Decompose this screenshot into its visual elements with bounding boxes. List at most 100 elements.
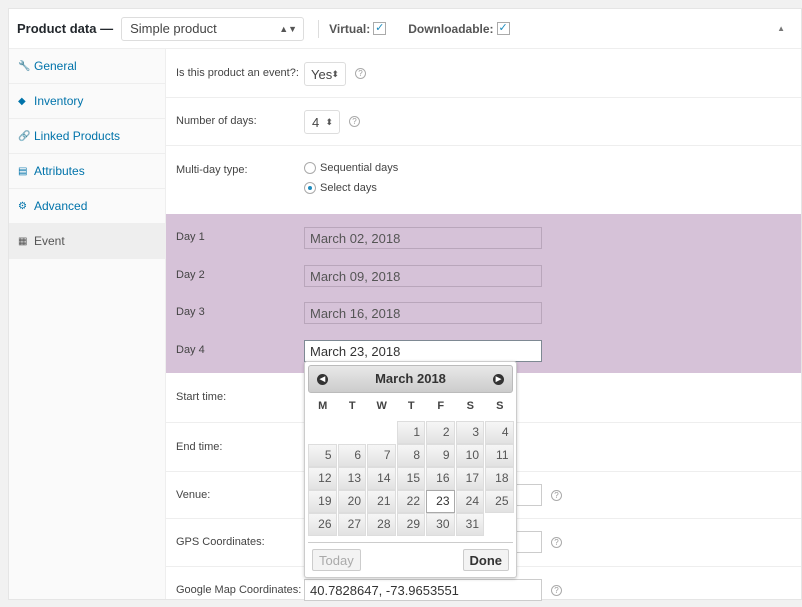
downloadable-checkbox[interactable]: ✓: [496, 22, 510, 35]
day-cell-5[interactable]: 5: [308, 444, 337, 467]
sidebar-item-linked-products[interactable]: 🔗 Linked Products: [9, 119, 165, 154]
day-1-input[interactable]: March 02, 2018: [304, 227, 542, 249]
day-cell-18[interactable]: 18: [485, 467, 514, 490]
empty-cell: [367, 421, 396, 444]
day-cell-13[interactable]: 13: [337, 467, 366, 490]
virtual-label: Virtual:: [329, 21, 371, 36]
day-cell-2[interactable]: 2: [426, 421, 455, 444]
day-cell-20[interactable]: 20: [337, 490, 366, 513]
link-icon: 🔗: [18, 130, 31, 142]
select-arrows-icon: ⬍: [331, 68, 339, 79]
day-cell-9[interactable]: 9: [426, 444, 455, 467]
calendar-icon: ▦: [18, 235, 28, 247]
product-type-value: Simple product: [130, 21, 217, 36]
day-cell-29[interactable]: 29: [396, 513, 425, 536]
help-icon[interactable]: ?: [551, 490, 562, 501]
day-2-label: Day 2: [176, 269, 205, 281]
day-4-input[interactable]: March 23, 2018: [304, 340, 542, 362]
empty-cell: [308, 421, 337, 444]
day-cell-15[interactable]: 15: [396, 467, 425, 490]
tag-icon: ◆: [18, 95, 26, 107]
is-event-row: Is this product an event?: Yes ⬍ ?: [166, 49, 801, 98]
today-button[interactable]: Today: [312, 549, 361, 571]
day-3-label: Day 3: [176, 306, 205, 318]
help-icon[interactable]: ?: [551, 537, 562, 548]
select-arrows-icon: ▲▼: [279, 23, 298, 34]
day-cell-24[interactable]: 24: [455, 490, 484, 513]
day-cell-11[interactable]: 11: [485, 444, 514, 467]
empty-cell: [338, 421, 367, 444]
help-icon[interactable]: ?: [355, 68, 366, 79]
help-icon[interactable]: ?: [551, 585, 562, 596]
num-days-value: 4: [312, 114, 320, 130]
panel-header: Product data — Simple product ▲▼ Virtual:…: [9, 9, 801, 49]
day-cell-7[interactable]: 7: [367, 444, 396, 467]
multi-day-row: Multi-day type: Sequential days Select d…: [166, 146, 801, 214]
day-cell-23[interactable]: 23: [426, 490, 455, 513]
help-icon[interactable]: ?: [349, 116, 360, 127]
radio-label: Sequential days: [320, 162, 399, 174]
weekday-label: T: [348, 400, 356, 412]
day-cell-25[interactable]: 25: [485, 490, 514, 513]
radio-button[interactable]: [304, 162, 316, 175]
wrench-icon: 🔧: [18, 60, 31, 72]
day-cell-8[interactable]: 8: [396, 444, 425, 467]
day-cell-4[interactable]: 4: [485, 421, 514, 444]
day-cell-28[interactable]: 28: [367, 513, 396, 536]
day-cell-31[interactable]: 31: [455, 513, 484, 536]
done-button[interactable]: Done: [462, 549, 509, 571]
day-cell-30[interactable]: 30: [426, 513, 455, 536]
product-type-select[interactable]: Simple product ▲▼: [121, 16, 305, 41]
num-days-label: Number of days:: [176, 115, 257, 127]
prev-month-icon[interactable]: ◀: [317, 374, 328, 385]
start-time-label: Start time:: [176, 391, 227, 403]
weekday-header: MTWTFSS: [308, 399, 516, 421]
day-dates-section: Day 1 March 02, 2018 Day 2 March 09, 201…: [166, 214, 801, 373]
day-grid: 1 2 3 4 5 6 7 8 9 10 11 12 13 14 15 16 17 18 19 20 21 22 23 24 2…: [308, 421, 516, 536]
is-event-value: Yes: [311, 66, 333, 82]
sidebar-item-general[interactable]: 🔧 General: [9, 49, 165, 84]
sidebar-item-advanced[interactable]: ⚙ Advanced: [9, 189, 165, 224]
radio-button[interactable]: [304, 182, 316, 195]
panel-title: Product data —: [17, 21, 114, 36]
google-map-input[interactable]: 40.7828647, -73.9653551: [304, 579, 542, 601]
num-days-select[interactable]: 4 ⬍: [304, 110, 340, 134]
day-4-label: Day 4: [176, 344, 205, 356]
day-cell-12[interactable]: 12: [308, 467, 337, 490]
day-cell-27[interactable]: 27: [337, 513, 366, 536]
day-cell-22[interactable]: 22: [396, 490, 425, 513]
day-cell-16[interactable]: 16: [426, 467, 455, 490]
sidebar-item-event[interactable]: ▦ Event: [9, 224, 165, 259]
datepicker-title: March 2018: [375, 371, 446, 386]
weekday-label: W: [376, 400, 387, 412]
radio-sequential[interactable]: Sequential days: [304, 162, 399, 175]
day-cell-10[interactable]: 10: [455, 444, 484, 467]
day-cell-21[interactable]: 21: [367, 490, 396, 513]
day-cell-3[interactable]: 3: [455, 421, 484, 444]
datepicker: ◀ March 2018 ▶ MTWTFSS 1 2 3 4 5 6 7 8 9 10 11 12 13…: [304, 361, 517, 578]
gps-label: GPS Coordinates:: [176, 536, 265, 548]
is-event-select[interactable]: Yes ⬍: [304, 62, 346, 86]
select-arrows-icon: ⬍: [325, 116, 333, 127]
day-3-input[interactable]: March 16, 2018: [304, 302, 542, 324]
day-cell-19[interactable]: 19: [308, 490, 337, 513]
end-time-label: End time:: [176, 441, 223, 453]
day-cell-17[interactable]: 17: [455, 467, 484, 490]
sidebar-item-label: General: [34, 59, 77, 73]
day-cell-26[interactable]: 26: [308, 513, 337, 536]
sidebar-item-inventory[interactable]: ◆ Inventory: [9, 84, 165, 119]
next-month-icon[interactable]: ▶: [493, 374, 504, 385]
virtual-checkbox[interactable]: ✓: [373, 22, 387, 35]
weekday-label: F: [437, 400, 445, 412]
day-cell-1[interactable]: 1: [396, 421, 425, 444]
radio-select-days[interactable]: Select days: [304, 182, 377, 195]
triangle-up-icon[interactable]: ▲: [777, 24, 785, 33]
day-2-input[interactable]: March 09, 2018: [304, 265, 542, 287]
weekday-label: S: [466, 400, 474, 412]
sidebar-item-attributes[interactable]: ▤ Attributes: [9, 154, 165, 189]
day-cell-6[interactable]: 6: [337, 444, 366, 467]
google-map-label: Google Map Coordinates:: [176, 584, 302, 596]
venue-label: Venue:: [176, 489, 211, 501]
day-cell-14[interactable]: 14: [367, 467, 396, 490]
weekday-label: T: [407, 400, 415, 412]
